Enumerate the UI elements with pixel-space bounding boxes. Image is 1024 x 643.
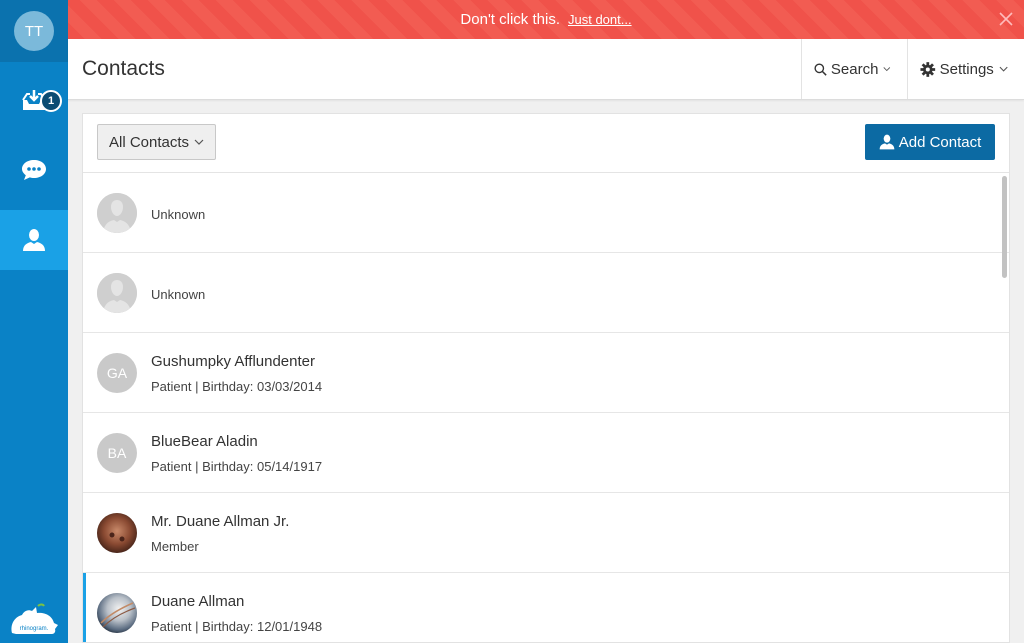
user-icon bbox=[23, 229, 45, 251]
chat-bubble-icon bbox=[22, 160, 46, 180]
chevron-down-icon bbox=[999, 66, 1008, 72]
avatar-placeholder bbox=[97, 193, 137, 233]
contact-subtitle: Patient | Birthday: 03/03/2014 bbox=[151, 379, 323, 394]
search-icon bbox=[814, 63, 827, 76]
add-contact-button[interactable]: Add Contact bbox=[865, 124, 995, 160]
warning-banner: Don't click this. Just dont... bbox=[68, 0, 1024, 39]
avatar-photo bbox=[97, 513, 137, 553]
page-title: Contacts bbox=[82, 57, 165, 80]
contact-name: Gushumpky Afflundenter bbox=[151, 353, 315, 370]
contacts-panel: All Contacts Add Contact Unknown Unknown… bbox=[82, 113, 1010, 643]
contact-row-selected[interactable]: Duane Allman Patient | Birthday: 12/01/1… bbox=[83, 573, 1009, 642]
person-silhouette-icon bbox=[97, 193, 137, 233]
sidebar-item-contacts[interactable] bbox=[0, 210, 68, 270]
contacts-filter-dropdown[interactable]: All Contacts bbox=[97, 124, 217, 160]
contact-row[interactable]: Unknown bbox=[83, 253, 1009, 333]
banner-link[interactable]: Just dont... bbox=[568, 12, 632, 27]
sidebar: TT 1 rhinogram. bbox=[0, 0, 68, 643]
gear-icon bbox=[920, 61, 936, 77]
user-avatar[interactable]: TT bbox=[14, 11, 54, 51]
avatar-photo-image bbox=[97, 513, 137, 553]
banner-text: Don't click this. bbox=[460, 11, 560, 28]
contact-name: BlueBear Aladin bbox=[151, 433, 258, 450]
filter-label: All Contacts bbox=[109, 133, 190, 151]
inbox-badge: 1 bbox=[40, 90, 62, 112]
contact-subtitle: Unknown bbox=[151, 287, 206, 302]
person-silhouette-icon bbox=[97, 273, 137, 313]
sidebar-item-messages[interactable] bbox=[0, 140, 68, 200]
contacts-toolbar: All Contacts Add Contact bbox=[83, 114, 1009, 173]
contact-row[interactable]: GA Gushumpky Afflundenter Patient | Birt… bbox=[83, 333, 1009, 413]
contact-name: Mr. Duane Allman Jr. bbox=[151, 513, 290, 530]
avatar-initials: BA bbox=[97, 433, 137, 473]
contact-row[interactable]: Mr. Duane Allman Jr. Member bbox=[83, 493, 1009, 573]
avatar-photo bbox=[97, 593, 137, 633]
avatar-initials: GA bbox=[97, 353, 137, 393]
contact-subtitle: Patient | Birthday: 05/14/1917 bbox=[151, 459, 323, 474]
page-header: Contacts Search Settings bbox=[68, 39, 1024, 100]
add-contact-label: Add Contact bbox=[898, 133, 982, 151]
contact-row[interactable]: BA BlueBear Aladin Patient | Birthday: 0… bbox=[83, 413, 1009, 493]
contact-subtitle: Unknown bbox=[151, 207, 206, 222]
user-avatar-area[interactable]: TT bbox=[0, 0, 68, 62]
contact-subtitle: Patient | Birthday: 12/01/1948 bbox=[151, 619, 323, 634]
contact-name: Duane Allman bbox=[151, 593, 245, 610]
rhinogram-logo: rhinogram. bbox=[11, 603, 58, 634]
contact-subtitle: Member bbox=[151, 539, 199, 554]
settings-button[interactable]: Settings bbox=[907, 39, 1024, 99]
search-button[interactable]: Search bbox=[801, 39, 907, 99]
chevron-down-icon bbox=[883, 67, 891, 72]
close-icon[interactable] bbox=[998, 11, 1014, 27]
logo-text: rhinogram. bbox=[20, 626, 49, 632]
search-label: Search bbox=[830, 60, 879, 78]
chevron-down-icon bbox=[194, 139, 204, 145]
contacts-list: Unknown Unknown GA Gushumpky Afflundente… bbox=[83, 173, 1009, 642]
avatar-placeholder bbox=[97, 273, 137, 313]
user-icon bbox=[879, 134, 895, 150]
avatar-photo-image bbox=[97, 593, 137, 633]
contact-row[interactable]: Unknown bbox=[83, 173, 1009, 253]
settings-label: Settings bbox=[939, 60, 994, 78]
list-scrollbar[interactable] bbox=[1002, 176, 1007, 278]
sidebar-item-inbox[interactable]: 1 bbox=[0, 70, 68, 130]
